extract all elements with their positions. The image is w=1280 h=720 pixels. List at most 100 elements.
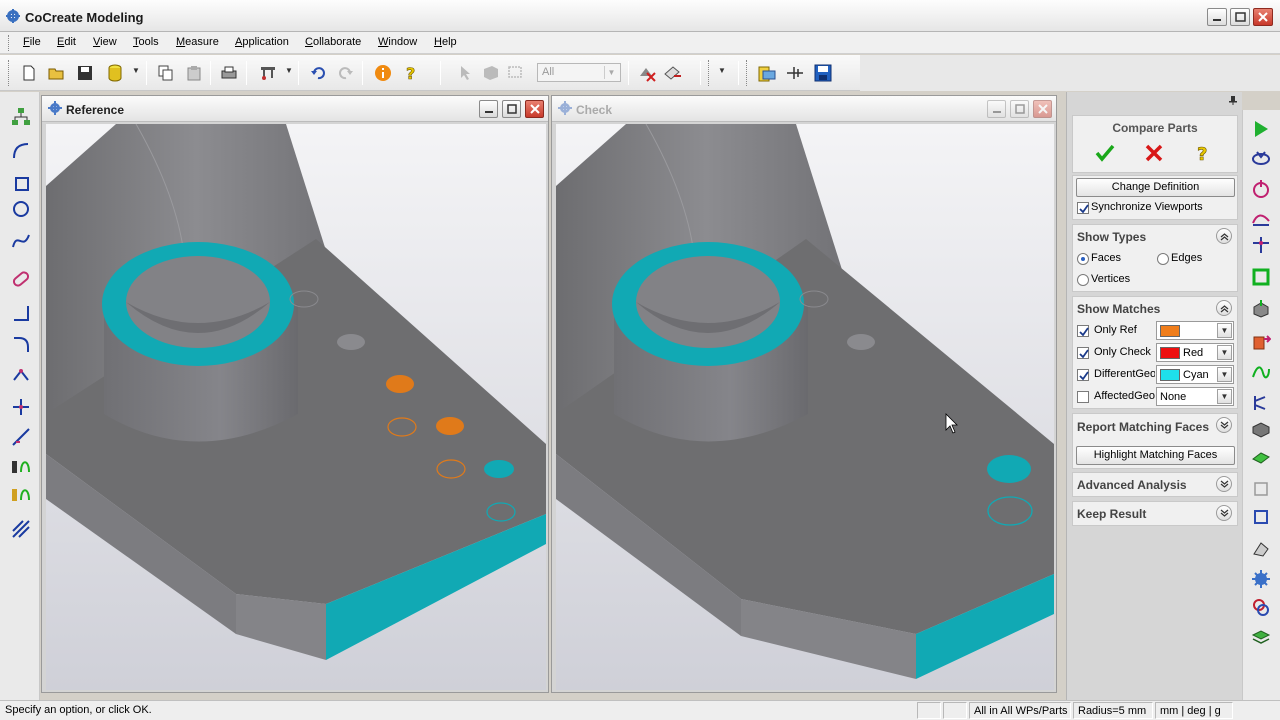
- change-definition-button[interactable]: Change Definition: [1076, 178, 1235, 197]
- status-scope[interactable]: All in All WPs/Parts: [969, 702, 1071, 719]
- undo-button[interactable]: [307, 62, 329, 84]
- copy-button[interactable]: [155, 62, 177, 84]
- cut-button[interactable]: [1248, 390, 1274, 416]
- circle-tool-button[interactable]: [8, 196, 34, 222]
- layers-button[interactable]: [1248, 624, 1274, 650]
- ok-button[interactable]: [1094, 142, 1116, 164]
- menu-collaborate[interactable]: Collaborate: [305, 36, 361, 48]
- maximize-button[interactable]: [1230, 8, 1250, 26]
- menu-measure[interactable]: Measure: [176, 36, 219, 48]
- menu-application[interactable]: Application: [235, 36, 289, 48]
- slot-tool-button[interactable]: [8, 266, 34, 292]
- select-box-button[interactable]: [505, 62, 527, 84]
- menu-help[interactable]: Help: [434, 36, 457, 48]
- cancel-button[interactable]: [1143, 142, 1165, 164]
- new-file-button[interactable]: [18, 62, 40, 84]
- wave-button[interactable]: [1248, 360, 1274, 386]
- panel-help-button[interactable]: ?: [1192, 142, 1214, 164]
- minimize-button[interactable]: [1207, 8, 1227, 26]
- reference-maximize-button[interactable]: [502, 100, 521, 118]
- reference-viewport-window[interactable]: Reference: [41, 95, 549, 693]
- structure-dropdown-icon[interactable]: ▼: [285, 67, 293, 75]
- paste-button[interactable]: [183, 62, 205, 84]
- compare-button[interactable]: [1248, 594, 1274, 620]
- tree-tool-button[interactable]: [8, 104, 34, 130]
- status-units[interactable]: mm | deg | g: [1155, 702, 1233, 719]
- close-button[interactable]: [1253, 8, 1273, 26]
- affected-geo-checkbox[interactable]: [1077, 391, 1089, 403]
- round-tool-button[interactable]: [8, 332, 34, 358]
- menu-file[interactable]: File: [23, 36, 41, 48]
- save-all-button[interactable]: [812, 62, 834, 84]
- print-button[interactable]: [218, 62, 240, 84]
- menu-tools[interactable]: Tools: [133, 36, 159, 48]
- check-viewport-window[interactable]: Check: [551, 95, 1057, 693]
- show-matches-collapse-button[interactable]: [1216, 300, 1232, 316]
- face-select-button[interactable]: [1248, 504, 1274, 530]
- split-tool-button[interactable]: [8, 394, 34, 420]
- extrude-part-button[interactable]: [1248, 328, 1274, 354]
- assembly-button[interactable]: [784, 62, 806, 84]
- different-geo-color-dropdown[interactable]: Cyan ▼: [1156, 365, 1234, 384]
- fillet-tool-button[interactable]: [8, 300, 34, 326]
- view-zoom-button[interactable]: [1248, 176, 1274, 202]
- redo-button[interactable]: [335, 62, 357, 84]
- highlight-matching-faces-button[interactable]: Highlight Matching Faces: [1076, 446, 1235, 465]
- advanced-analysis-expand-button[interactable]: [1216, 476, 1232, 492]
- select-arrow-button[interactable]: [455, 62, 477, 84]
- only-check-color-dropdown[interactable]: Red ▼: [1156, 343, 1234, 362]
- edges-radio[interactable]: [1157, 253, 1169, 265]
- help-button[interactable]: ?: [400, 62, 422, 84]
- view-curve-button[interactable]: [1248, 204, 1274, 230]
- toolbar-options-dropdown-icon[interactable]: ▼: [718, 67, 726, 75]
- open-button[interactable]: [46, 62, 68, 84]
- status-radius[interactable]: Radius=5 mm: [1073, 702, 1153, 719]
- check-minimize-button[interactable]: [987, 100, 1006, 118]
- check-maximize-button[interactable]: [1010, 100, 1029, 118]
- check-close-button[interactable]: [1033, 100, 1052, 118]
- menu-edit[interactable]: Edit: [57, 36, 76, 48]
- different-geo-checkbox[interactable]: [1077, 369, 1089, 381]
- show-types-collapse-button[interactable]: [1216, 228, 1232, 244]
- only-ref-color-dropdown[interactable]: ▼: [1156, 321, 1234, 340]
- pin-icon[interactable]: [1228, 95, 1238, 105]
- reference-3d-canvas[interactable]: [46, 124, 546, 690]
- faces-radio[interactable]: [1077, 253, 1089, 265]
- menu-view[interactable]: View: [93, 36, 117, 48]
- face-button[interactable]: [1248, 476, 1274, 502]
- revolve-tool-button[interactable]: [8, 480, 34, 506]
- affected-geo-color-dropdown[interactable]: None ▼: [1156, 387, 1234, 406]
- run-button[interactable]: [1248, 116, 1274, 142]
- only-ref-checkbox[interactable]: [1077, 325, 1089, 337]
- shell-button[interactable]: [1248, 416, 1274, 442]
- arc-tool-button[interactable]: [8, 138, 34, 164]
- settings-button[interactable]: [1248, 566, 1274, 592]
- view-rotate-button[interactable]: [1248, 146, 1274, 172]
- workplane-button[interactable]: [756, 62, 778, 84]
- select-part-button[interactable]: [480, 62, 502, 84]
- save-button[interactable]: [74, 62, 96, 84]
- synchronize-viewports-checkbox[interactable]: [1077, 202, 1089, 214]
- load-part-dropdown-icon[interactable]: ▼: [132, 67, 140, 75]
- vertices-radio[interactable]: [1077, 274, 1089, 286]
- structure-button[interactable]: [257, 62, 279, 84]
- reference-minimize-button[interactable]: [479, 100, 498, 118]
- extrude-tool-button[interactable]: [8, 452, 34, 478]
- menu-window[interactable]: Window: [378, 36, 417, 48]
- dimension-tool-button[interactable]: [8, 424, 34, 450]
- view-axis-button[interactable]: [1248, 232, 1274, 258]
- spline-tool-button[interactable]: [8, 228, 34, 254]
- info-button[interactable]: [372, 62, 394, 84]
- check-3d-canvas[interactable]: [556, 124, 1054, 690]
- blend-button[interactable]: [1248, 536, 1274, 562]
- pattern-button[interactable]: [1248, 444, 1274, 470]
- view-frame-button[interactable]: [1248, 264, 1274, 290]
- check-viewport-titlebar[interactable]: Check: [552, 96, 1056, 122]
- rectangle-tool-button[interactable]: [8, 170, 34, 196]
- reference-close-button[interactable]: [525, 100, 544, 118]
- clear-selection-button[interactable]: [662, 62, 684, 84]
- reference-viewport-titlebar[interactable]: Reference: [42, 96, 548, 122]
- load-part-button[interactable]: [104, 62, 126, 84]
- keep-result-expand-button[interactable]: [1216, 505, 1232, 521]
- hatch-tool-button[interactable]: [8, 516, 34, 542]
